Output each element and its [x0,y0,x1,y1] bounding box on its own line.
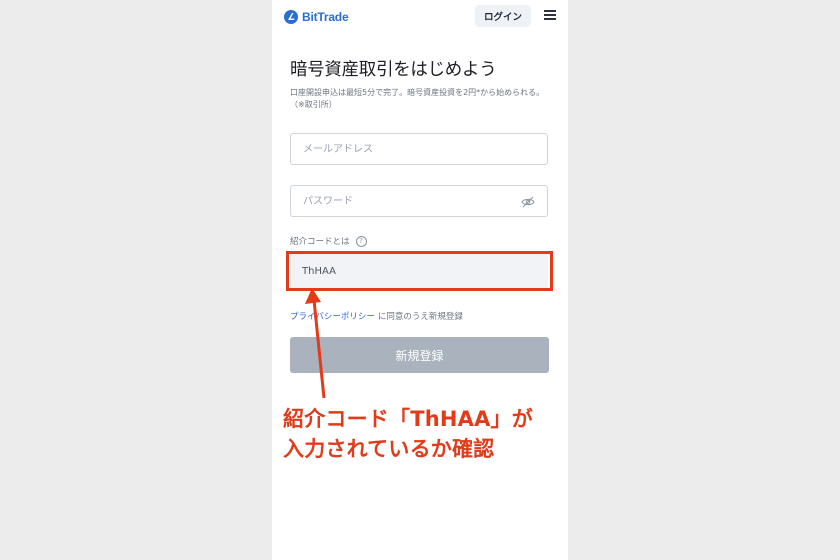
annotation-callout: 紹介コード「ThHAA」が 入力されているか確認 [283,404,583,464]
page-subtitle: 口座開設申込は最短5分で完了。暗号資産投資を2円*から始められる。（※取引所） [290,88,545,109]
referral-label-row: 紹介コードとは ? [290,235,367,247]
email-input[interactable] [291,134,547,164]
bittrade-logo-icon [284,10,298,24]
email-field[interactable] [290,133,548,165]
eye-slash-icon[interactable] [521,196,535,208]
annotation-line-2: 入力されているか確認 [283,437,495,461]
privacy-agreement-text: に同意のうえ新規登録 [377,312,463,322]
login-button[interactable]: ログイン [475,5,531,27]
arrow-up-icon [305,288,326,399]
logo-text: BitTrade [302,10,349,24]
page-title: 暗号資産取引をはじめよう [290,60,497,80]
referral-highlight-box [286,251,553,291]
referral-label: 紹介コードとは [290,237,350,247]
password-field[interactable] [290,185,548,217]
hamburger-menu-icon[interactable] [544,10,556,22]
annotation-line-1: 紹介コード「ThHAA」が [283,407,533,431]
password-input[interactable] [291,186,547,216]
header: BitTrade ログイン [272,0,568,34]
help-icon[interactable]: ? [355,235,367,247]
logo[interactable]: BitTrade [283,8,349,26]
